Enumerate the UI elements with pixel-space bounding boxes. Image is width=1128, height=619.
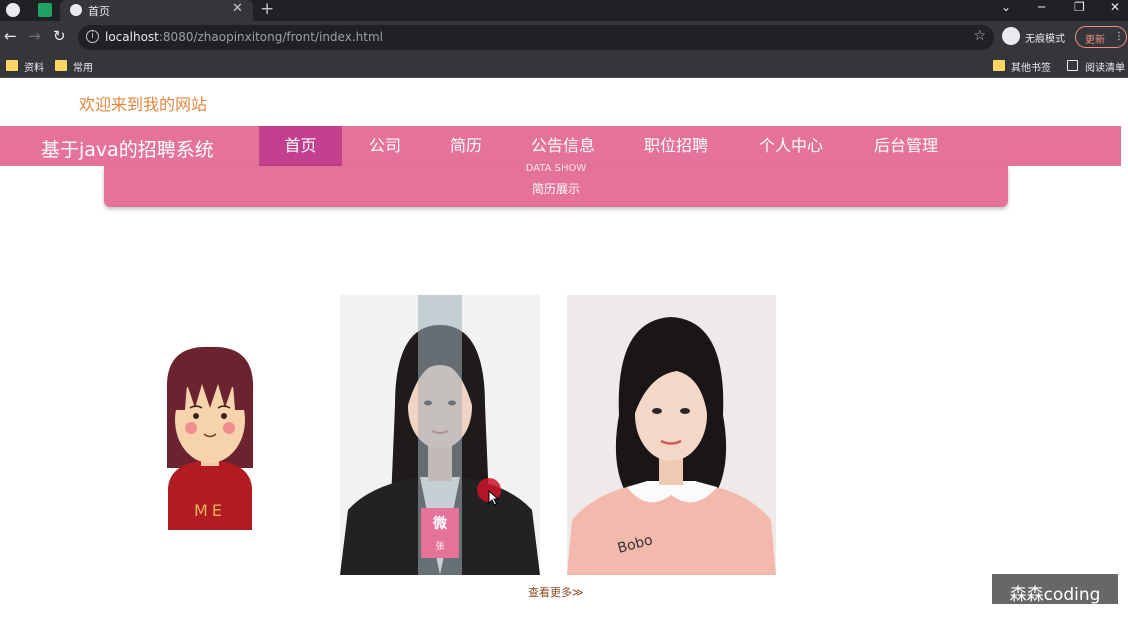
resume-card[interactable]: Bobo [567,295,776,575]
main-nav: 基于java的招聘系统 首页 公司 简历 公告信息 职位招聘 个人中心 后台管理 [0,126,1121,166]
bookmarks-bar: 资料 常用 其他书签 阅读清单 [0,54,1128,78]
address-bar[interactable]: i localhost:8080/zhaopinxitong/front/ind… [78,25,994,50]
update-button[interactable]: 更新 ⋮ [1075,26,1127,48]
nav-company[interactable]: 公司 [352,126,418,166]
more-menu-icon[interactable]: ⋮ [1114,31,1124,42]
view-more-link[interactable]: 查看更多≫ [528,584,584,600]
info-icon[interactable]: i [86,30,99,43]
resume-card[interactable]: ME [140,320,280,535]
tab-active[interactable]: 首页 ✕ [60,0,253,21]
forward-icon[interactable]: → [28,27,41,45]
folder-icon [55,60,67,71]
reading-list-icon [1067,60,1078,71]
nav-profile[interactable]: 个人中心 [743,126,839,166]
tab-search-icon[interactable]: ⌄ [1001,0,1011,14]
folder-icon [993,60,1005,71]
welcome-text: 欢迎来到我的网站 [79,95,208,114]
incognito-label: 无痕模式 [1025,34,1065,45]
close-tab-icon[interactable]: ✕ [232,1,243,16]
hover-button-label: 微 [433,516,447,532]
tab-title: 首页 [88,5,110,18]
browser-tab-bar: 首页 ✕ + ⌄ ─ ❐ ✕ [0,0,1128,21]
section-banner: DATA SHOW 简历展示 [104,163,1008,207]
nav-announcements[interactable]: 公告信息 [515,126,611,166]
watermark: 森森coding [992,574,1118,605]
reload-icon[interactable]: ↻ [53,27,66,45]
nav-jobs[interactable]: 职位招聘 [628,126,724,166]
restore-icon[interactable]: ❐ [1074,0,1085,14]
url-text[interactable]: localhost:8080/zhaopinxitong/front/index… [105,30,383,44]
minimize-icon[interactable]: ─ [1038,0,1045,14]
pinned-tab-icon[interactable] [38,3,52,17]
folder-icon [6,60,18,71]
banner-subtitle: DATA SHOW [525,163,587,174]
cartoon-avatar-image: ME [166,346,254,530]
nav-resume[interactable]: 简历 [433,126,499,166]
incognito-icon [1002,27,1020,45]
browser-menu-icon[interactable] [6,3,20,17]
close-window-icon[interactable]: ✕ [1110,0,1120,14]
browser-toolbar: ← → ↻ i localhost:8080/zhaopinxitong/fro… [0,21,1128,54]
hover-button-sublabel: 张 [435,542,445,552]
hover-detail-button[interactable]: 微 张 [421,508,459,558]
update-label: 更新 [1085,35,1105,46]
nav-admin[interactable]: 后台管理 [858,126,954,166]
bookmark-star-icon[interactable]: ☆ [973,28,986,44]
site-title: 基于java的招聘系统 [41,139,214,161]
new-tab-button[interactable]: + [260,0,274,19]
watermark-text: 森森coding [1009,585,1101,605]
shirt-text: ME [194,501,226,520]
back-icon[interactable]: ← [4,27,17,45]
resume-photo: Bobo [567,295,776,575]
mouse-cursor-icon [488,490,500,506]
banner-title: 简历展示 [531,182,580,196]
nav-home[interactable]: 首页 [259,126,342,166]
globe-icon [70,4,82,16]
